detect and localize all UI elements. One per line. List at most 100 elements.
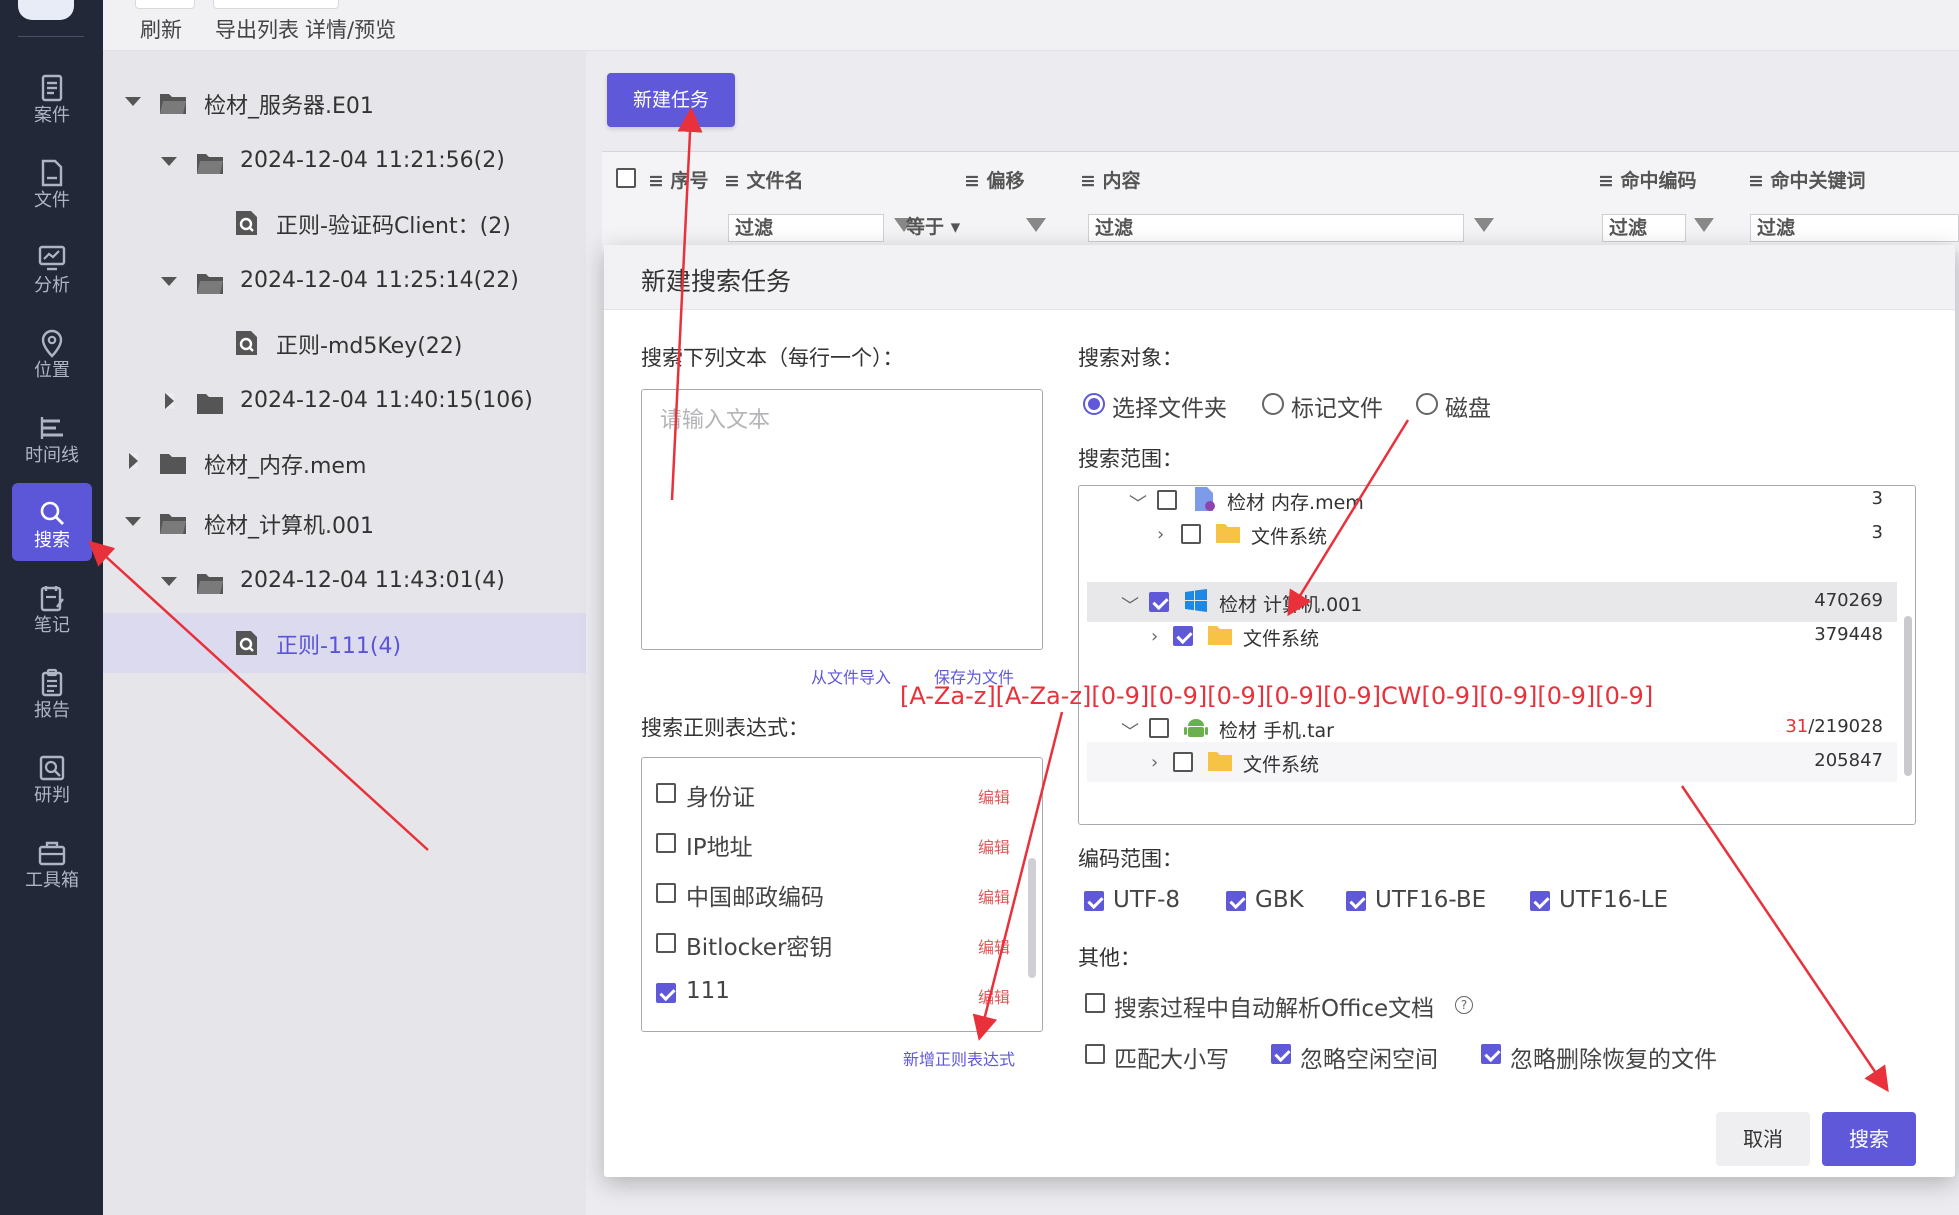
filename-filter-input[interactable]: 过滤 <box>728 214 884 242</box>
chevron-right-icon[interactable]: › <box>1151 626 1158 647</box>
tree-node[interactable]: 检材_内存.mem <box>103 433 586 493</box>
office-parse-label[interactable]: 搜索过程中自动解析Office文档 <box>1114 989 1434 1023</box>
scope-scrollbar[interactable] <box>1904 616 1912 776</box>
ignore-free-space-label[interactable]: 忽略空闲空间 <box>1300 1040 1438 1074</box>
offset-operator-select[interactable]: 等于 ▾ <box>900 214 994 242</box>
cancel-button[interactable]: 取消 <box>1716 1112 1810 1166</box>
regex-edit-link[interactable]: 编辑 <box>978 984 1010 1008</box>
collapse-caret-icon[interactable] <box>129 453 138 469</box>
tree-node[interactable]: 正则-md5Key(22) <box>103 313 586 373</box>
match-case-label[interactable]: 匹配大小写 <box>1114 1040 1229 1074</box>
regex-edit-link[interactable]: 编辑 <box>978 934 1010 958</box>
new-task-button[interactable]: 新建任务 <box>607 73 735 127</box>
scope-checkbox[interactable] <box>1173 626 1193 646</box>
search-text-input[interactable]: 请输入文本 <box>641 389 1043 650</box>
regex-checkbox[interactable] <box>656 933 676 953</box>
nav-timeline[interactable]: 时间线 <box>12 398 92 476</box>
ignore-deleted-checkbox[interactable] <box>1481 1044 1501 1064</box>
nav-location[interactable]: 位置 <box>12 313 92 391</box>
encoding-option-label[interactable]: UTF16-LE <box>1559 887 1668 913</box>
regex-edit-link[interactable]: 编辑 <box>978 834 1010 858</box>
scope-row[interactable]: › 文件系统 3 <box>1087 514 1897 554</box>
regex-edit-link[interactable]: 编辑 <box>978 884 1010 908</box>
scope-checkbox[interactable] <box>1181 524 1201 544</box>
expand-caret-icon[interactable] <box>161 577 177 586</box>
tree-node[interactable]: 2024-12-04 11:25:14(22) <box>103 253 586 313</box>
expand-caret-icon[interactable] <box>125 97 141 106</box>
nav-toolbox[interactable]: 工具箱 <box>12 823 92 901</box>
ignore-free-space-checkbox[interactable] <box>1271 1044 1291 1064</box>
nav-case[interactable]: 案件 <box>12 58 92 136</box>
encoding-filter-input[interactable]: 过滤 <box>1602 214 1686 242</box>
column-content[interactable]: ≡ 内容 <box>1080 166 1141 193</box>
filter-icon[interactable] <box>1694 218 1714 232</box>
encoding-utf16le-checkbox[interactable] <box>1530 891 1550 911</box>
target-marked-label[interactable]: 标记文件 <box>1291 389 1383 423</box>
expand-caret-icon[interactable] <box>161 157 177 166</box>
help-icon[interactable]: ? <box>1455 996 1473 1014</box>
tree-node[interactable]: 2024-12-04 11:21:56(2) <box>103 133 586 193</box>
regex-checkbox[interactable] <box>656 883 676 903</box>
nav-judge[interactable]: 研判 <box>12 738 92 816</box>
regex-item[interactable]: Bitlocker密钥 编辑 <box>656 924 1016 964</box>
column-hit-encoding[interactable]: ≡ 命中编码 <box>1598 166 1697 193</box>
regex-item[interactable]: 身份证 编辑 <box>656 774 1016 814</box>
regex-item[interactable]: 111 编辑 <box>656 974 1016 1014</box>
scope-row[interactable]: › 文件系统 379448 <box>1087 616 1897 656</box>
chevron-down-icon[interactable]: ﹀ <box>1121 592 1139 618</box>
encoding-gbk-checkbox[interactable] <box>1226 891 1246 911</box>
keyword-filter-input[interactable]: 过滤 <box>1750 214 1959 242</box>
encoding-option-label[interactable]: GBK <box>1255 887 1304 913</box>
column-hit-keyword[interactable]: ≡ 命中关键词 <box>1748 166 1866 193</box>
select-all-checkbox[interactable] <box>616 168 636 188</box>
regex-checkbox[interactable] <box>656 833 676 853</box>
encoding-option-label[interactable]: UTF-8 <box>1113 887 1180 913</box>
scope-checkbox[interactable] <box>1157 490 1177 510</box>
chevron-down-icon[interactable]: ﹀ <box>1121 718 1139 744</box>
encoding-option-label[interactable]: UTF16-BE <box>1375 887 1486 913</box>
tree-node[interactable]: 正则-验证码Client：(2) <box>103 193 586 253</box>
regex-scrollbar[interactable] <box>1028 858 1036 978</box>
nav-report[interactable]: 报告 <box>12 653 92 731</box>
refresh-button[interactable]: 刷新 <box>140 14 182 44</box>
tree-node-selected[interactable]: 正则-111(4) <box>103 613 586 673</box>
target-marked-radio[interactable] <box>1262 393 1284 415</box>
regex-item[interactable]: 中国邮政编码 编辑 <box>656 874 1016 914</box>
export-list-button[interactable]: 导出列表 <box>215 14 299 44</box>
regex-checkbox[interactable] <box>656 983 676 1003</box>
scope-row[interactable]: › 文件系统 205847 <box>1087 742 1897 782</box>
encoding-utf8-checkbox[interactable] <box>1084 891 1104 911</box>
encoding-utf16be-checkbox[interactable] <box>1346 891 1366 911</box>
office-parse-checkbox[interactable] <box>1085 993 1105 1013</box>
column-index[interactable]: ≡ 序号 <box>648 166 709 193</box>
collapse-caret-icon[interactable] <box>165 393 174 409</box>
scope-checkbox[interactable] <box>1149 718 1169 738</box>
ignore-deleted-label[interactable]: 忽略删除恢复的文件 <box>1510 1040 1717 1074</box>
content-filter-input[interactable]: 过滤 <box>1088 214 1464 242</box>
expand-caret-icon[interactable] <box>161 277 177 286</box>
nav-search[interactable]: 搜索 <box>12 483 92 561</box>
target-disk-radio[interactable] <box>1416 393 1438 415</box>
nav-analysis[interactable]: 分析 <box>12 228 92 306</box>
target-folder-radio[interactable] <box>1083 393 1105 415</box>
column-filename[interactable]: ≡ 文件名 <box>724 166 804 193</box>
match-case-checkbox[interactable] <box>1085 1044 1105 1064</box>
tree-node[interactable]: 2024-12-04 11:43:01(4) <box>103 553 586 613</box>
regex-checkbox[interactable] <box>656 783 676 803</box>
target-disk-label[interactable]: 磁盘 <box>1445 389 1491 423</box>
nav-file[interactable]: 文件 <box>12 143 92 221</box>
chevron-right-icon[interactable]: › <box>1157 524 1164 545</box>
tree-node[interactable]: 2024-12-04 11:40:15(106) <box>103 373 586 433</box>
tree-node[interactable]: 检材_服务器.E01 <box>103 73 586 133</box>
detail-preview-button[interactable]: 详情/预览 <box>305 14 396 44</box>
column-offset[interactable]: ≡ 偏移 <box>964 166 1025 193</box>
filter-icon[interactable] <box>1026 218 1046 232</box>
tree-node[interactable]: 检材_计算机.001 <box>103 493 586 553</box>
filter-icon[interactable] <box>1474 218 1494 232</box>
scope-checkbox[interactable] <box>1173 752 1193 772</box>
import-from-file-link[interactable]: 从文件导入 <box>811 664 891 688</box>
expand-caret-icon[interactable] <box>125 517 141 526</box>
regex-item[interactable]: IP地址 编辑 <box>656 824 1016 864</box>
target-folder-label[interactable]: 选择文件夹 <box>1112 389 1227 423</box>
chevron-right-icon[interactable]: › <box>1151 752 1158 773</box>
